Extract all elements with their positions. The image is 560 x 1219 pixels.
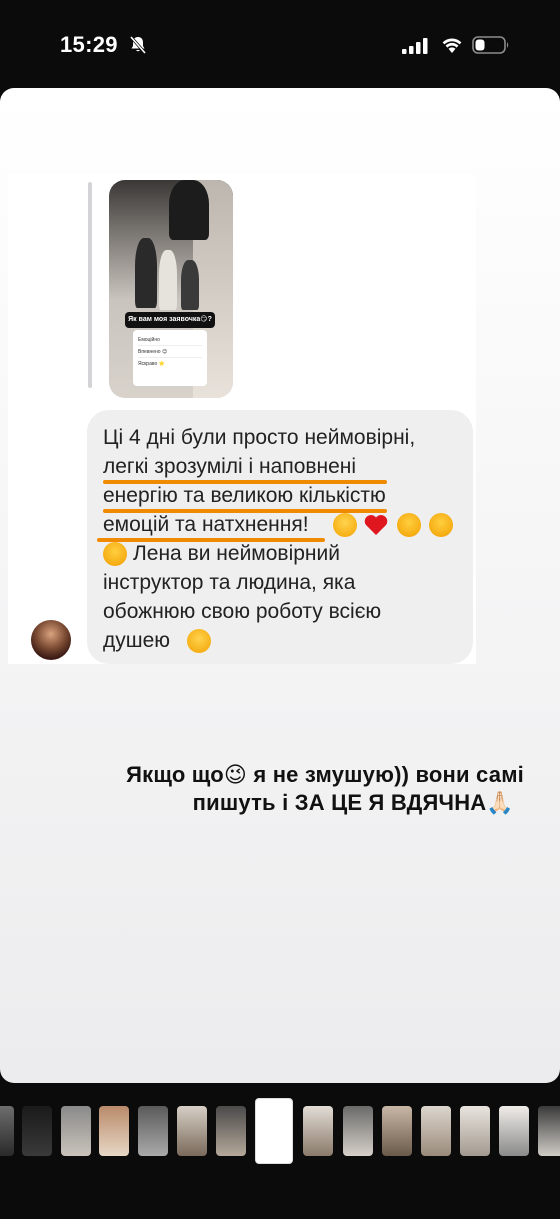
story-thumbnail[interactable] xyxy=(538,1106,560,1156)
message-line: емоцій та натхнення! xyxy=(103,513,309,536)
question-sticker: Як вам моя заявочка😏? xyxy=(125,312,215,328)
smiling-face-hearts-emoji xyxy=(187,629,211,653)
message-line: душею xyxy=(103,629,171,652)
story-thumbnail[interactable] xyxy=(22,1106,52,1156)
shared-story-thumbnail: Як вам моя заявочка😏? Емоційно Впевнено … xyxy=(109,180,233,398)
red-heart-emoji xyxy=(364,515,388,535)
poll-option: Впевнено 😊 xyxy=(138,346,202,358)
message-line: енергію та великою кількістю xyxy=(103,484,386,507)
story-thumbnail-active[interactable] xyxy=(255,1098,293,1164)
story-card[interactable]: Як вам моя заявочка😏? Емоційно Впевнено … xyxy=(0,88,560,1083)
story-thumbnail[interactable] xyxy=(0,1106,14,1156)
poll-sticker: Емоційно Впевнено 😊 Яскраво ⭐ xyxy=(133,330,207,386)
status-time: 15:29 xyxy=(60,32,118,57)
story-thumbnail[interactable] xyxy=(138,1106,168,1156)
message-line: Ці 4 дні були просто неймовірні, xyxy=(103,426,416,449)
heart-eyes-emoji xyxy=(429,513,453,537)
poll-option: Яскраво ⭐ xyxy=(138,361,165,367)
battery-icon xyxy=(472,36,509,54)
message-line: Лена ви неймовірний xyxy=(133,542,340,565)
story-thumbnail[interactable] xyxy=(382,1106,412,1156)
story-thumbnail[interactable] xyxy=(421,1106,451,1156)
story-thumbnail[interactable] xyxy=(99,1106,129,1156)
sender-avatar xyxy=(31,620,71,660)
story-thumbnail[interactable] xyxy=(177,1106,207,1156)
story-caption-line: пишуть і ЗА ЦЕ Я ВДЯЧНА🙏🏻 xyxy=(192,790,514,815)
bell-slash-icon xyxy=(129,36,147,54)
heart-eyes-emoji xyxy=(103,542,127,566)
message-line: інструктор та людина, яка xyxy=(103,571,356,594)
story-thumbnail[interactable] xyxy=(216,1106,246,1156)
message-line: обожнюю свою роботу всією xyxy=(103,600,382,623)
story-thumbnail-strip xyxy=(0,1090,560,1170)
message-line: легкі зрозумілі і наповнені xyxy=(103,455,357,478)
story-thumbnail[interactable] xyxy=(303,1106,333,1156)
cellular-signal-icon xyxy=(402,38,428,54)
story-thumbnail[interactable] xyxy=(343,1106,373,1156)
hugging-face-emoji xyxy=(333,513,357,537)
story-caption-line: Якщо що😉 я не змушую)) вони самі xyxy=(126,762,524,787)
dm-screenshot: Як вам моя заявочка😏? Емоційно Впевнено … xyxy=(8,174,476,664)
status-bar: 15:29 xyxy=(0,0,560,88)
story-thumbnail[interactable] xyxy=(460,1106,490,1156)
message-bubble: Ці 4 дні були просто неймовірні, легкі з… xyxy=(87,410,473,664)
story-thumbnail[interactable] xyxy=(499,1106,529,1156)
wifi-icon xyxy=(442,38,462,53)
heart-eyes-emoji xyxy=(397,513,421,537)
reply-quote-bar xyxy=(88,182,92,388)
story-thumbnail[interactable] xyxy=(61,1106,91,1156)
poll-option: Емоційно xyxy=(138,334,202,346)
